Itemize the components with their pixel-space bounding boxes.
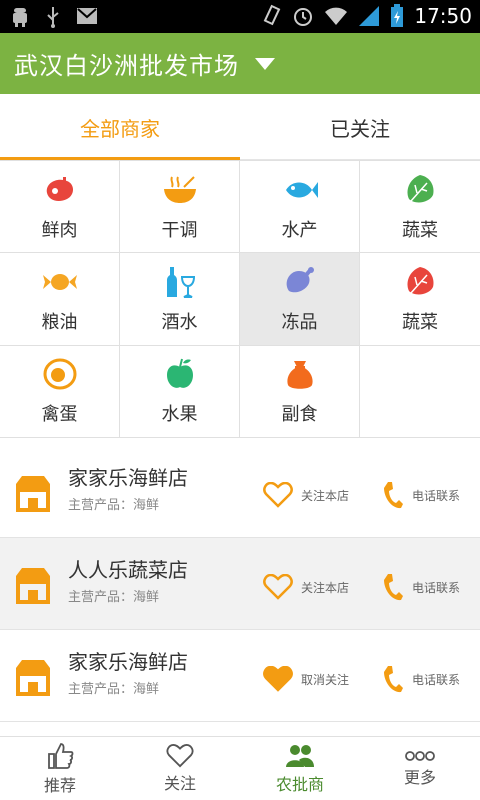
bowl-icon [162,172,198,208]
category-label: 禽蛋 [41,404,78,426]
category-fruit[interactable]: 水果 [120,345,240,438]
shop-icon [16,660,50,696]
shop-name: 家家乐海鲜店 [68,650,188,674]
call-button[interactable]: 电话联系 [382,664,460,694]
leaf-icon [402,264,438,300]
shop-products: 主营产品：海鲜 [68,590,160,605]
heart-outline-icon [263,574,293,600]
list-item[interactable]: 人人乐蔬菜店 主营产品：海鲜 关注本店 电话联系 [0,538,480,630]
shop-name: 人人乐蔬菜店 [68,558,188,582]
nav-merchants[interactable]: 农批商 [240,737,360,800]
sack-icon [282,356,318,392]
category-frozen[interactable]: 冻品 [240,253,360,346]
category-label: 副食 [281,404,318,426]
nav-label: 更多 [403,768,436,787]
call-label: 电话联系 [412,672,461,687]
nav-follow[interactable]: 关注 [120,737,240,800]
follow-button[interactable]: 关注本店 [263,482,349,508]
clock: 17:50 [414,4,472,28]
phone-icon [384,574,403,601]
market-selector[interactable]: 武汉白沙洲批发市场 [0,33,480,94]
vibrate-icon [264,4,281,26]
nav-recommend[interactable]: 推荐 [0,737,120,800]
category-snacks[interactable]: 副食 [240,345,360,438]
category-label: 粮油 [41,311,78,333]
dropdown-arrow-icon[interactable] [255,57,275,70]
category-label: 冻品 [281,311,318,333]
fish-icon [282,172,318,208]
more-icon [405,751,435,761]
heart-filled-icon [263,666,293,692]
android-icon [13,8,27,27]
call-label: 电话联系 [412,580,461,595]
category-vegetables[interactable]: 蔬菜 [360,161,480,254]
list-item[interactable]: 家家乐海鲜店 主营产品：海鲜 关注本店 电话联系 [0,446,480,538]
leaf-icon [402,172,438,208]
candy-icon [42,264,78,300]
shop-icon [16,568,50,604]
nav-label: 关注 [163,774,196,793]
follow-label: 关注本店 [301,488,350,503]
drumstick-icon [282,264,318,300]
category-label: 蔬菜 [402,219,438,241]
category-label: 水产 [281,219,318,241]
battery-icon [391,4,404,27]
apple-icon [162,356,198,392]
nav-more[interactable]: 更多 [360,737,480,800]
category-label: 水果 [161,404,198,426]
users-icon [286,745,314,767]
status-bar: 17:50 [0,0,480,33]
shop-products: 主营产品：海鲜 [68,682,160,697]
thumbs-up-icon [48,743,74,769]
category-dry-seasoning[interactable]: 干调 [120,161,240,254]
follow-label: 关注本店 [301,580,350,595]
follow-button[interactable]: 关注本店 [263,574,349,600]
shop-icon [16,476,50,512]
usb-icon [47,7,59,28]
heart-icon [166,744,194,768]
category-label: 干调 [161,219,198,241]
signal-icon [359,6,380,26]
wifi-icon [325,7,348,25]
category-label: 蔬菜 [402,311,438,333]
heart-outline-icon [263,482,293,508]
egg-icon [42,356,78,392]
unfollow-label: 取消关注 [301,672,350,687]
mail-icon [77,8,97,24]
category-meat[interactable]: 鲜肉 [0,161,120,254]
alarm-icon [294,8,313,26]
shop-name: 家家乐海鲜店 [68,466,188,490]
list-item[interactable]: 家家乐海鲜店 主营产品：海鲜 取消关注 电话联系 [0,630,480,722]
unfollow-button[interactable]: 取消关注 [263,666,349,692]
phone-icon [384,666,403,693]
category-poultry-eggs[interactable]: 禽蛋 [0,345,120,438]
call-button[interactable]: 电话联系 [382,572,460,602]
nav-label: 推荐 [43,776,76,795]
category-grid: 鲜肉 干调 水产 蔬菜 粮油 酒水 冻品 蔬菜 禽蛋 水果 副食 [0,160,480,438]
tab-bar: 全部商家 已关注 [0,94,480,161]
tab-all-merchants[interactable]: 全部商家 [0,94,240,161]
bottom-nav: 推荐 关注 农批商 更多 [0,736,480,800]
call-button[interactable]: 电话联系 [382,480,460,510]
call-label: 电话联系 [412,488,461,503]
phone-icon [384,482,403,509]
nav-label: 农批商 [275,775,324,794]
category-vegetables-2[interactable]: 蔬菜 [360,253,480,346]
bottle-icon [162,264,198,300]
category-drinks[interactable]: 酒水 [120,253,240,346]
shop-list: 家家乐海鲜店 主营产品：海鲜 关注本店 电话联系 人人乐蔬菜店 主营产品：海鲜 … [0,446,480,722]
meat-icon [42,172,78,208]
empty-cell [360,346,480,438]
shop-products: 主营产品：海鲜 [68,498,160,513]
page-title: 武汉白沙洲批发市场 [14,52,239,80]
category-label: 酒水 [161,311,198,333]
category-seafood[interactable]: 水产 [240,161,360,254]
tab-followed[interactable]: 已关注 [240,94,480,160]
category-label: 鲜肉 [41,219,78,241]
category-grain-oil[interactable]: 粮油 [0,253,120,346]
